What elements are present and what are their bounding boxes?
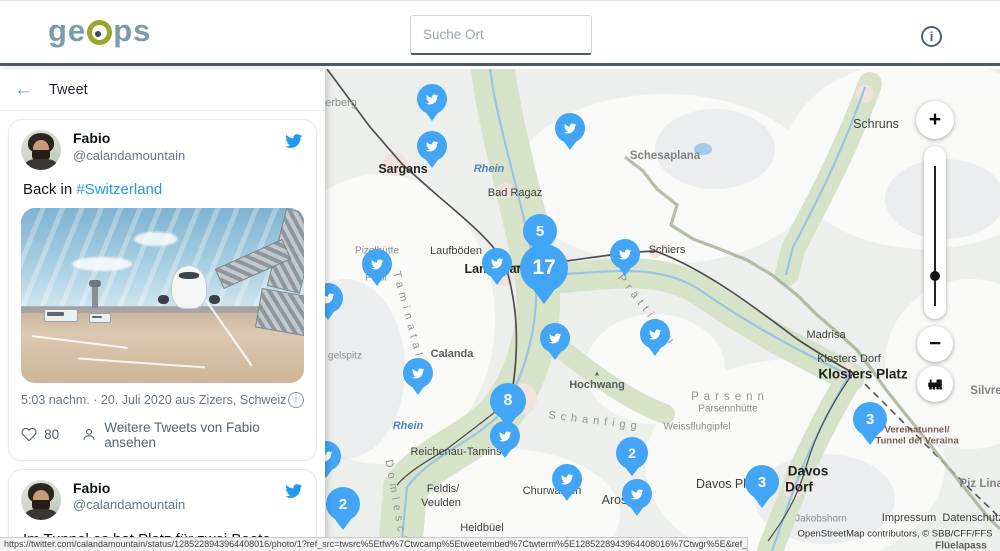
twitter-bird-icon: [547, 332, 563, 345]
ground-vehicle: [89, 313, 111, 323]
zoom-slider-track: [934, 166, 936, 306]
logo-o-icon: [87, 20, 112, 45]
tweet-photo-airport[interactable]: [21, 208, 304, 383]
jet-bridge-stairs: [255, 287, 304, 335]
status-url: https://twitter.com/calandamountain/stat…: [4, 539, 748, 549]
hashtag-link[interactable]: #Switzerland: [76, 181, 162, 198]
back-arrow-icon[interactable]: ←: [14, 80, 33, 99]
sidebar-header: ← Tweet: [0, 69, 325, 111]
zoom-slider-handle[interactable]: [930, 271, 940, 281]
control-tower: [92, 285, 98, 308]
tweet-map-pin[interactable]: [403, 358, 433, 388]
twitter-bird-icon: [325, 292, 336, 305]
zoom-in-button[interactable]: +: [916, 101, 954, 139]
sidebar-title: Tweet: [49, 82, 88, 98]
tweet-cluster-pin-3[interactable]: 3: [853, 402, 887, 436]
twitter-bird-icon: [629, 488, 645, 501]
twitter-bird-icon: [325, 450, 334, 463]
tweet-map-pin[interactable]: [640, 319, 670, 349]
cluster-count: 5: [536, 223, 544, 240]
person-icon: [81, 426, 97, 443]
tweet-timestamp: 5:03 nachm. · 20. Juli 2020 aus Zizers, …: [21, 393, 286, 407]
like-heart-icon[interactable]: [21, 426, 37, 443]
tweet-cluster-pin-5[interactable]: 5: [523, 214, 557, 248]
cluster-count: 8: [504, 392, 513, 410]
tweet-author-handle: @calandamountain: [73, 497, 283, 513]
tweet-cluster-pin-8[interactable]: 8: [490, 383, 526, 419]
cluster-count: 2: [628, 445, 636, 461]
tweet-map-pin[interactable]: [540, 323, 570, 353]
twitter-bird-icon: [617, 248, 633, 261]
avatar[interactable]: [21, 130, 61, 170]
twitter-bird-icon: [497, 430, 513, 443]
map-label-impressum[interactable]: Impressum: [882, 512, 936, 524]
tweet-author-name: Fabio: [73, 480, 283, 498]
zoom-slider[interactable]: [924, 146, 946, 319]
cluster-count: 3: [758, 474, 766, 491]
twitter-bird-icon: [647, 328, 663, 341]
tweet-map-pin[interactable]: [610, 239, 640, 269]
tweet-info-icon[interactable]: i: [288, 392, 304, 408]
twitter-bird-icon: [489, 257, 505, 270]
twitter-bird-icon: [424, 140, 440, 153]
place-search-box[interactable]: [410, 15, 592, 55]
tweet-cluster-pin-2[interactable]: 2: [326, 487, 360, 521]
twitter-bird-icon: [562, 122, 578, 135]
twitter-bird-icon[interactable]: [283, 482, 304, 500]
more-tweets-link[interactable]: Weitere Tweets von Fabio ansehen: [81, 420, 304, 450]
tweet-card[interactable]: Fabio @calandamountain Back in #Switzerl…: [8, 119, 317, 461]
tweet-map-pin[interactable]: [552, 464, 582, 494]
tweet-text: Back in #Switzerland: [23, 180, 302, 200]
tweet-cluster-pin-3[interactable]: 3: [745, 465, 779, 499]
avatar[interactable]: [21, 480, 61, 520]
cluster-count: 3: [866, 411, 874, 428]
tweet-map-pin[interactable]: [622, 479, 652, 509]
pushback-truck: [44, 309, 78, 322]
app-header: geps i: [0, 0, 1000, 66]
info-icon[interactable]: i: [921, 26, 942, 47]
twitter-bird-icon[interactable]: [283, 132, 304, 150]
tweet-map-pin[interactable]: [555, 113, 585, 143]
cluster-count: 17: [532, 256, 555, 280]
search-input[interactable]: [421, 26, 602, 43]
tweet-cluster-pin-2[interactable]: 2: [616, 437, 648, 469]
twitter-bird-icon: [424, 93, 440, 106]
tweet-sidebar: ← Tweet Fabio @calandamountain Back in #…: [0, 69, 325, 551]
tweet-cluster-pin-17[interactable]: 17: [520, 244, 568, 292]
twitter-bird-icon: [369, 258, 385, 271]
cluster-count: 2: [339, 496, 347, 513]
train-icon: [926, 375, 944, 393]
tweet-map-pin[interactable]: [482, 248, 512, 278]
geops-logo[interactable]: geps: [48, 15, 151, 46]
twitter-bird-icon: [410, 367, 426, 380]
browser-status-bar: https://twitter.com/calandamountain/stat…: [0, 537, 748, 551]
airplane: [171, 265, 207, 309]
tweet-map-pin[interactable]: [417, 84, 447, 114]
tweet-author-handle: @calandamountain: [73, 148, 283, 164]
logo-text-ge: ge: [48, 15, 86, 46]
zoom-out-button[interactable]: −: [917, 326, 953, 362]
tweet-author-name: Fabio: [73, 130, 283, 148]
map-canvas[interactable]: + − erbergSargansRheinBad RagazSchesapla…: [325, 69, 1000, 551]
tweet-map-pin[interactable]: [362, 249, 392, 279]
logo-text-ps: ps: [113, 15, 151, 46]
train-layer-button[interactable]: [917, 366, 953, 402]
twitter-bird-icon: [559, 473, 575, 486]
tweet-map-pin[interactable]: [417, 131, 447, 161]
map-label-datenschutz[interactable]: Datenschutz: [942, 512, 1000, 524]
like-count[interactable]: 80: [44, 427, 59, 442]
